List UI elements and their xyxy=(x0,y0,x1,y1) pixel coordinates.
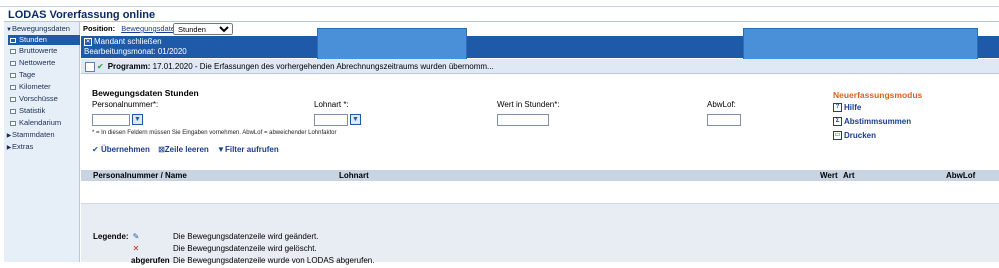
abwlof-label: AbwLof: xyxy=(707,100,736,109)
sigma-icon: Σ xyxy=(833,117,842,127)
app-title: LODAS Vorerfassung online xyxy=(4,8,999,22)
message-bar: ✔ Programm: 17.01.2020 - Die Erfassungen … xyxy=(81,59,999,74)
col-abwlof: AbwLof xyxy=(946,171,976,180)
abstimmsummen-link[interactable]: Σ Abstimmsummen xyxy=(833,117,911,127)
bullet-icon xyxy=(10,60,16,66)
lohnart-dropdown-icon[interactable]: ▼ xyxy=(350,114,361,125)
sidebar-item-tage[interactable]: Tage xyxy=(8,70,80,80)
wert-label: Wert in Stunden*: xyxy=(497,100,560,109)
sidebar-item-vorschuesse[interactable]: Vorschüsse xyxy=(8,94,80,104)
checkmark-icon: ✔ xyxy=(97,62,104,71)
legend-fetched-label: abgerufen xyxy=(131,256,170,265)
col-lohnart: Lohnart xyxy=(339,171,369,180)
table-row xyxy=(81,181,999,204)
sidebar-group-extras[interactable]: ▶Extras xyxy=(6,142,34,152)
entry-form: Bewegungsdaten Stunden Personalnummer*: … xyxy=(81,74,999,170)
sidebar-item-kilometer[interactable]: Kilometer xyxy=(8,82,80,92)
col-personalnummer: Personalnummer / Name xyxy=(93,171,187,180)
sidebar-group-bewegungsdaten[interactable]: ▼Bewegungsdaten xyxy=(6,24,70,34)
table-header: Personalnummer / Name Lohnart Wert Art A… xyxy=(81,170,999,181)
bullet-icon xyxy=(10,108,16,114)
top-border xyxy=(0,0,999,7)
legend-fetched: Die Bewegungsdatenzeile wurde von LODAS … xyxy=(173,256,375,265)
message-text: 17.01.2020 - Die Erfassungen des vorherg… xyxy=(152,62,494,71)
lohnart-label: Lohnart *: xyxy=(314,100,349,109)
abwlof-input[interactable] xyxy=(707,114,741,126)
delete-x-icon: ✕ xyxy=(132,244,140,253)
close-icon[interactable]: ✕ xyxy=(84,37,92,46)
legend-deleted: Die Bewegungsdatenzeile wird gelöscht. xyxy=(173,244,317,253)
bullet-icon xyxy=(10,37,16,43)
program-label: Programm: xyxy=(107,62,151,71)
help-icon: ? xyxy=(833,103,842,113)
mode-label: Neuerfassungsmodus xyxy=(833,90,923,100)
bullet-icon xyxy=(10,96,16,102)
position-select[interactable]: Stunden xyxy=(173,23,233,35)
personalnummer-label: Personalnummer*: xyxy=(92,100,159,109)
redacted-box xyxy=(743,28,978,61)
bullet-icon xyxy=(10,72,16,78)
breadcrumb-link[interactable]: Bewegungsdaten xyxy=(121,24,179,33)
required-hint: * = In diesen Feldern müssen Sie Eingabe… xyxy=(92,130,337,136)
check-icon: ✔ xyxy=(92,145,101,154)
uebernehmen-button[interactable]: ✔ Übernehmen xyxy=(92,145,150,154)
clear-row-icon: ⊠ xyxy=(158,145,165,154)
form-title: Bewegungsdaten Stunden xyxy=(92,88,199,98)
personalnummer-dropdown-icon[interactable]: ▼ xyxy=(132,114,143,125)
edit-pencil-icon: ✎ xyxy=(132,232,140,241)
sidebar-item-stunden[interactable]: Stunden xyxy=(8,35,80,45)
legend-changed: Die Bewegungsdatenzeile wird geändert. xyxy=(173,232,319,241)
bullet-icon xyxy=(10,84,16,90)
filter-button[interactable]: ▼Filter aufrufen xyxy=(217,145,279,154)
main-content: Position: Bewegungsdaten Stunden ✕ Mandan… xyxy=(81,22,999,265)
redacted-box xyxy=(317,28,467,61)
sidebar-nav: ▼Bewegungsdaten Stunden Bruttowerte Nett… xyxy=(4,22,80,262)
copy-icon[interactable] xyxy=(85,61,95,72)
sidebar-item-bruttowerte[interactable]: Bruttowerte xyxy=(8,46,80,56)
sidebar-group-stammdaten[interactable]: ▶Stammdaten xyxy=(6,130,55,140)
legend-title: Legende: xyxy=(93,232,129,241)
position-label: Position: xyxy=(83,24,116,33)
zeile-leeren-button[interactable]: ⊠Zeile leeren xyxy=(158,145,209,154)
sidebar-item-statistik[interactable]: Statistik xyxy=(8,106,80,116)
sidebar-item-nettowerte[interactable]: Nettowerte xyxy=(8,58,80,68)
hilfe-link[interactable]: ? Hilfe xyxy=(833,103,861,113)
lohnart-input[interactable] xyxy=(314,114,348,126)
legend: Legende: ✎ Die Bewegungsdatenzeile wird … xyxy=(81,204,999,265)
printer-icon: ▭ xyxy=(833,131,842,141)
bullet-icon xyxy=(10,48,16,54)
personalnummer-input[interactable] xyxy=(92,114,130,126)
wert-input[interactable] xyxy=(497,114,549,126)
col-wert: Wert xyxy=(820,171,838,180)
drucken-link[interactable]: ▭ Drucken xyxy=(833,131,876,141)
sidebar-item-kalendarium[interactable]: Kalendarium xyxy=(8,118,80,128)
mandant-close-link[interactable]: Mandant schließen xyxy=(94,37,162,46)
form-actions: ✔ Übernehmen ⊠Zeile leeren ▼Filter aufru… xyxy=(92,145,285,154)
filter-icon: ▼ xyxy=(217,145,225,154)
bullet-icon xyxy=(10,120,16,126)
col-art: Art xyxy=(843,171,855,180)
